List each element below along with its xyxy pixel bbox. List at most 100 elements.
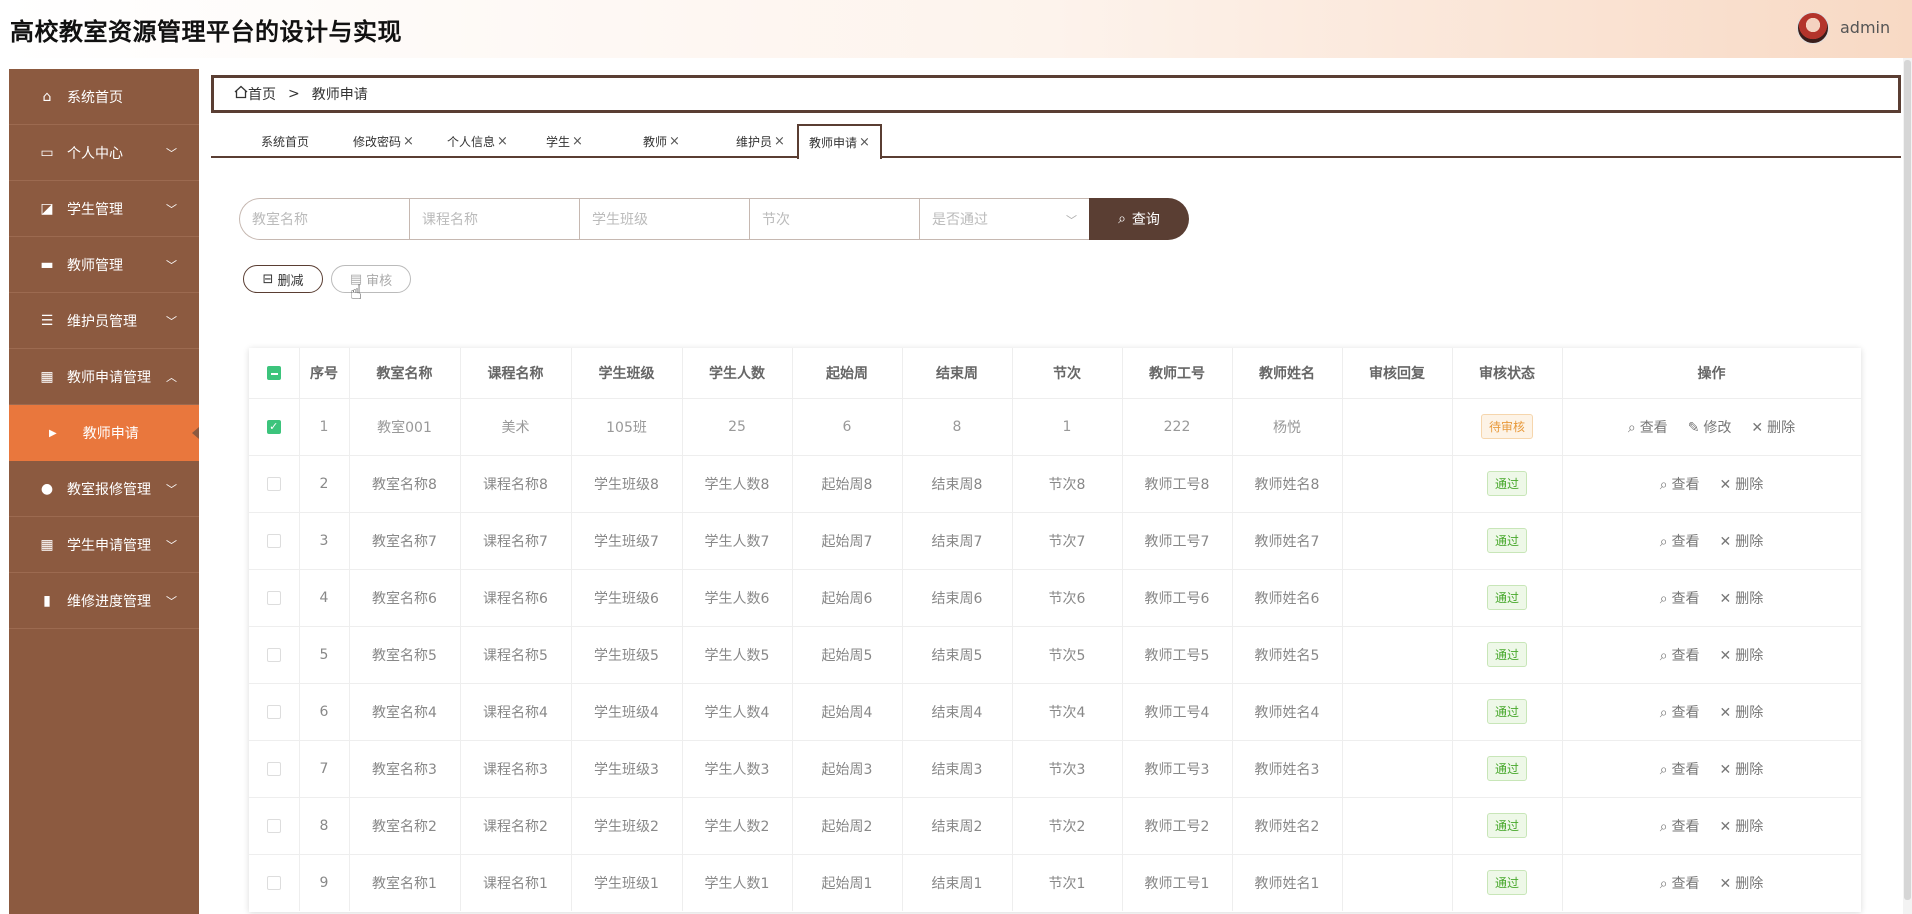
delete-button[interactable]: ⊟ 删减 xyxy=(243,265,323,293)
op-button-0[interactable]: ⌕ 查看 xyxy=(1660,762,1700,778)
table-row[interactable]: 9 教室名称1 课程名称1 学生班级1 学生人数1 起始周1 结束周1 节次1 教师工号1 教师姓… xyxy=(249,853,1861,911)
chevron-down-icon: ﹀ xyxy=(1066,214,1077,227)
sidebar-item-2[interactable]: ◪ 学生管理 ﹀ xyxy=(9,181,199,237)
op-button-0[interactable]: ⌕ 查看 xyxy=(1660,819,1700,835)
op-button-0[interactable]: ⌕ 查看 xyxy=(1660,705,1700,721)
sidebar-item-3[interactable]: ▬ 教师管理 ﹀ xyxy=(9,237,199,293)
row-checkbox[interactable] xyxy=(266,875,281,890)
op-button-0[interactable]: ⌕ 查看 xyxy=(1660,591,1700,607)
user-avatar[interactable] xyxy=(1797,12,1829,44)
search-input-4[interactable]: 是否通过 ﹀ xyxy=(919,198,1089,240)
tab-6[interactable]: 教师申请 × xyxy=(797,124,882,159)
table-row[interactable]: 7 教室名称3 课程名称3 学生班级3 学生人数3 起始周3 结束周3 节次3 教师工号3 教师姓… xyxy=(249,739,1861,797)
table-cell xyxy=(1342,682,1453,740)
op-button-0[interactable]: ⌕ 查看 xyxy=(1660,534,1700,550)
username[interactable]: admin xyxy=(1840,18,1890,37)
row-checkbox[interactable]: ✓ xyxy=(266,419,281,434)
row-checkbox-cell xyxy=(249,682,300,740)
row-checkbox[interactable] xyxy=(266,533,281,548)
table-row[interactable]: ✓ 1 教室001 美术 105班 25 6 8 1 222 杨悦 待审核 ⌕ 查看 ✎ 修改 ✕ 删除 xyxy=(249,397,1861,455)
home-icon[interactable] xyxy=(234,85,248,103)
status-badge: 通过 xyxy=(1486,471,1527,496)
sidebar-item-label: 学生管理 xyxy=(67,201,123,218)
chevron-down-icon: ﹀ xyxy=(166,203,177,216)
row-checkbox[interactable] xyxy=(266,818,281,833)
op-button-1[interactable]: ✕ 删除 xyxy=(1720,477,1764,493)
operations-cell: ⌕ 查看 ✕ 删除 xyxy=(1562,454,1861,512)
op-button-1[interactable]: ✕ 删除 xyxy=(1720,648,1764,664)
operations-cell: ⌕ 查看 ✕ 删除 xyxy=(1562,682,1861,740)
breadcrumb-home[interactable]: 首页 xyxy=(248,84,276,104)
sidebar-item-0[interactable]: ⌂ 系统首页 xyxy=(9,69,199,125)
row-checkbox[interactable] xyxy=(266,647,281,662)
tab-0[interactable]: 系统首页 xyxy=(261,124,309,158)
table-row[interactable]: 6 教室名称4 课程名称4 学生班级4 学生人数4 起始周4 结束周4 节次4 教师工号4 教师姓… xyxy=(249,682,1861,740)
op-button-1[interactable]: ✕ 删除 xyxy=(1720,534,1764,550)
tab-2[interactable]: 个人信息 × xyxy=(447,124,508,158)
row-checkbox[interactable] xyxy=(266,476,281,491)
status-badge: 待审核 xyxy=(1480,414,1533,439)
table-cell: 结束周1 xyxy=(902,853,1013,911)
sidebar-item-6[interactable]: ● 教室报修管理 ﹀ xyxy=(9,461,199,517)
close-icon[interactable]: × xyxy=(669,134,680,149)
tab-1[interactable]: 修改密码 × xyxy=(353,124,414,158)
row-checkbox[interactable] xyxy=(266,704,281,719)
search-input-3[interactable]: 节次 xyxy=(749,198,919,240)
table-row[interactable]: 8 教室名称2 课程名称2 学生班级2 学生人数2 起始周2 结束周2 节次2 教师工号2 教师姓… xyxy=(249,796,1861,854)
table-cell: 6 xyxy=(299,682,350,740)
search-input-2[interactable]: 学生班级 xyxy=(579,198,749,240)
tab-3[interactable]: 学生 × xyxy=(546,124,583,158)
search-button[interactable]: ⌕ 查询 xyxy=(1089,198,1189,240)
sidebar-item-4[interactable]: ☰ 维护员管理 ﹀ xyxy=(9,293,199,349)
tab-4[interactable]: 教师 × xyxy=(643,124,680,158)
data-table: 序号 教室名称 课程名称 学生班级 学生人数 起始周 结束周 节次 教师工号 教师姓名 审核回复 审核… xyxy=(249,348,1861,912)
op-label: 查看 xyxy=(1671,476,1700,493)
op-button-0[interactable]: ⌕ 查看 xyxy=(1660,876,1700,892)
sidebar-item-label: 学生申请管理 xyxy=(67,537,151,554)
sidebar-item-8[interactable]: ▮ 维修进度管理 ﹀ xyxy=(9,573,199,629)
sidebar-item-7[interactable]: ▦ 学生申请管理 ﹀ xyxy=(9,517,199,573)
breadcrumb: 首页 > 教师申请 xyxy=(211,75,1901,113)
audit-button[interactable]: ▤ 审核 xyxy=(331,265,411,293)
close-icon[interactable]: × xyxy=(572,134,583,149)
table-cell: 教室名称5 xyxy=(349,625,461,683)
op-button-2[interactable]: ✕ 删除 xyxy=(1751,420,1795,436)
op-button-0[interactable]: ⌕ 查看 xyxy=(1628,420,1668,436)
row-checkbox[interactable] xyxy=(266,761,281,776)
table-cell: 9 xyxy=(299,853,350,911)
op-button-1[interactable]: ✕ 删除 xyxy=(1720,876,1764,892)
table-row[interactable]: 3 教室名称7 课程名称7 学生班级7 学生人数7 起始周7 结束周7 节次7 教师工号7 教师姓… xyxy=(249,511,1861,569)
row-checkbox[interactable] xyxy=(266,590,281,605)
sidebar-item-5[interactable]: ▦ 教师申请管理 ︿ xyxy=(9,349,199,405)
close-icon[interactable]: × xyxy=(774,134,785,149)
op-button-1[interactable]: ✕ 删除 xyxy=(1720,705,1764,721)
select-all-checkbox[interactable] xyxy=(266,365,281,380)
op-button-1[interactable]: ✎ 修改 xyxy=(1688,420,1732,436)
sidebar-subitem-teacher-apply[interactable]: ▶ 教师申请 xyxy=(9,405,199,461)
scrollbar-thumb[interactable] xyxy=(1904,60,1911,900)
close-icon[interactable]: × xyxy=(403,134,414,149)
status-cell: 通过 xyxy=(1452,739,1563,797)
close-icon: ✕ xyxy=(1751,419,1764,436)
search-input-1[interactable]: 课程名称 xyxy=(409,198,579,240)
caret-right-icon: ▶ xyxy=(49,427,57,439)
op-button-1[interactable]: ✕ 删除 xyxy=(1720,762,1764,778)
close-icon[interactable]: × xyxy=(859,135,870,150)
op-button-0[interactable]: ⌕ 查看 xyxy=(1660,477,1700,493)
table-row[interactable]: 2 教室名称8 课程名称8 学生班级8 学生人数8 起始周8 结束周8 节次8 教师工号8 教师姓… xyxy=(249,454,1861,512)
table-cell: 起始周3 xyxy=(792,739,903,797)
op-button-1[interactable]: ✕ 删除 xyxy=(1720,819,1764,835)
op-label: 删除 xyxy=(1735,704,1764,721)
op-button-1[interactable]: ✕ 删除 xyxy=(1720,591,1764,607)
op-button-0[interactable]: ⌕ 查看 xyxy=(1660,648,1700,664)
search-input-0[interactable]: 教室名称 xyxy=(239,198,409,240)
sidebar-item-1[interactable]: ▭ 个人中心 ﹀ xyxy=(9,125,199,181)
table-cell: 课程名称7 xyxy=(460,511,572,569)
tab-5[interactable]: 维护员 × xyxy=(736,124,785,158)
table-row[interactable]: 5 教室名称5 课程名称5 学生班级5 学生人数5 起始周5 结束周5 节次5 教师工号5 教师姓… xyxy=(249,625,1861,683)
close-icon[interactable]: × xyxy=(497,134,508,149)
grid-icon: ▦ xyxy=(40,368,54,385)
table-row[interactable]: 4 教室名称6 课程名称6 学生班级6 学生人数6 起始周6 结束周6 节次6 教师工号6 教师姓… xyxy=(249,568,1861,626)
search-placeholder: 是否通过 xyxy=(932,212,988,228)
table-cell: 学生班级6 xyxy=(571,568,683,626)
